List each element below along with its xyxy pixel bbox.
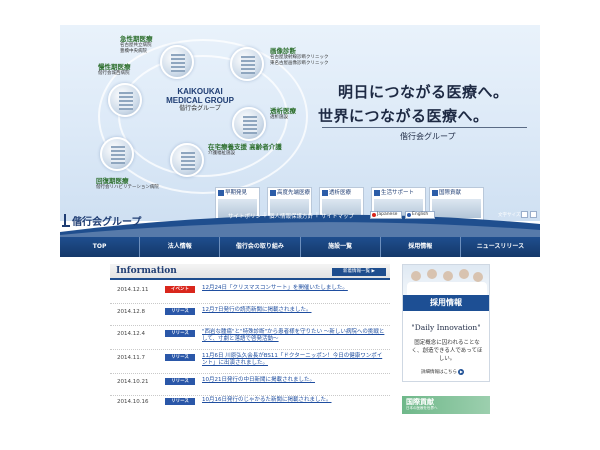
group-logo-line1: KAIKOUKAI: [177, 87, 223, 96]
hospital-name: 介護福祉施設: [208, 151, 235, 156]
brand-name[interactable]: 偕行会グループ: [72, 213, 141, 228]
news-link[interactable]: 10月21日発行の中日新聞に掲載されました。: [202, 377, 387, 384]
hospital-photo-imaging[interactable]: [230, 47, 264, 81]
news-row: 2014.12.11 イベント 12月24日「クリスマスコンサート」を開催いたし…: [110, 282, 390, 304]
recruit-banner[interactable]: 採用情報 "Daily Innovation" 固定概念に囚われることなく、創造…: [402, 264, 490, 382]
news-row: 2014.12.8 リリース 12月7日発行の読売新聞に掲載されました。: [110, 304, 390, 326]
thumb-label: 国際貢献: [439, 190, 462, 196]
hospital-name: 東名古屋画像診断クリニック: [270, 61, 329, 66]
hero-banner: 急性期医療 名古屋共立病院 豊橋中央病院 画像診断 名古屋放射線診断クリニック …: [60, 25, 540, 221]
thumb-label: 高度先端医療: [277, 190, 311, 196]
nav-news[interactable]: ニュースリリース: [461, 237, 540, 257]
international-banner[interactable]: 国際貢献 日本の医療を世界へ: [402, 396, 490, 414]
news-row: 2014.10.16 リリース 10月16日発行のじゃかるた新聞に掲載されました…: [110, 394, 390, 416]
news-row: 2014.12.4 リリース "西岩な腫瘍"と"特殊診断"から患者様を守りたい …: [110, 326, 390, 350]
hospital-name: 透析施設: [270, 115, 288, 120]
sidebar: 採用情報 "Daily Innovation" 固定概念に囚われることなく、創造…: [402, 264, 490, 414]
brand-logo-icon: [62, 214, 70, 228]
lang-english-label: English: [412, 212, 429, 217]
lang-japanese-label: Japanese: [377, 212, 398, 217]
news-badge: リリース: [165, 398, 195, 405]
news-badge: リリース: [165, 330, 195, 337]
group-logo: KAIKOUKAI MEDICAL GROUP 偕行会グループ: [160, 87, 240, 114]
news-row: 2014.10.21 リリース 10月21日発行の中日新聞に掲載されました。: [110, 374, 390, 396]
font-size-small-button[interactable]: [521, 211, 528, 218]
hospital-name: 豊橋中央病院: [120, 49, 147, 54]
square-bullet-icon: [432, 190, 438, 196]
news-link[interactable]: 11月6日 川原弘久会長がBS11「ドクターニッポン！今日の健康ワンポイント」に…: [202, 353, 387, 367]
hospital-photo-rehab[interactable]: [100, 137, 134, 171]
staff-photo: [403, 265, 489, 297]
slogan-divider: [322, 127, 527, 128]
news-link[interactable]: 12月7日発行の読売新聞に掲載されました。: [202, 307, 387, 314]
hospital-photo-chronic[interactable]: [108, 83, 142, 117]
news-date: 2014.10.16: [117, 399, 149, 405]
nav-top[interactable]: TOP: [60, 237, 141, 257]
font-size-large-button[interactable]: [530, 211, 537, 218]
information-header: Information 新着情報一覧 ▶: [110, 264, 390, 280]
recruit-detail-label: 詳細情報はこちら: [421, 370, 457, 375]
recruit-tagline: "Daily Innovation": [411, 323, 481, 332]
news-link[interactable]: "西岩な腫瘍"と"特殊診断"から患者様を守りたい ～新しい病院への挑戦として、寸…: [202, 329, 387, 343]
slogan-line1: 明日につながる医療へ。: [338, 83, 509, 101]
news-link[interactable]: 10月16日発行のじゃかるた新聞に掲載されました。: [202, 397, 387, 404]
information-title: Information: [116, 266, 177, 276]
news-row: 2014.11.7 リリース 11月6日 川原弘久会長がBS11「ドクターニッポ…: [110, 350, 390, 374]
lang-japanese-button[interactable]: Japanese: [370, 211, 402, 219]
hospital-photo-homecare[interactable]: [170, 143, 204, 177]
square-bullet-icon: [218, 190, 224, 196]
news-badge: リリース: [165, 378, 195, 385]
news-badge: リリース: [165, 354, 195, 361]
news-date: 2014.12.4: [117, 331, 145, 337]
group-logo-line2: MEDICAL GROUP: [166, 96, 234, 105]
header-link-site-policy[interactable]: サイトポリシー: [228, 212, 267, 220]
news-link[interactable]: 12月24日「クリスマスコンサート」を開催いたしました。: [202, 285, 387, 292]
international-subtitle: 日本の医療を世界へ: [406, 406, 438, 410]
arrow-right-circle-icon: ▶: [458, 369, 465, 375]
nav-initiatives[interactable]: 偕行会の取り組み: [220, 237, 301, 257]
recruit-description: 固定概念に囚われることなく、創造できる人であってほしい。: [411, 340, 483, 362]
slogan-line2: 世界につながる医療へ。: [318, 107, 489, 125]
square-bullet-icon: [322, 190, 328, 196]
lang-english-button[interactable]: English: [405, 211, 435, 219]
font-size-label: 文字サイズ: [498, 213, 521, 218]
thumb-label: 透析医療: [329, 190, 352, 196]
hospital-name: 偕行会城西病院: [98, 71, 130, 76]
news-date: 2014.11.7: [117, 355, 145, 361]
uk-flag-icon: [407, 213, 411, 217]
recruit-title: 採用情報: [403, 295, 489, 311]
nav-facilities[interactable]: 施設一覧: [301, 237, 381, 257]
news-badge: イベント: [165, 286, 195, 293]
japan-flag-icon: [372, 213, 376, 217]
group-logo-jp: 偕行会グループ: [179, 106, 221, 112]
news-date: 2014.12.8: [117, 309, 145, 315]
news-date: 2014.12.11: [117, 287, 149, 293]
group-name: 偕行会グループ: [400, 132, 456, 141]
square-bullet-icon: [270, 190, 276, 196]
information-panel: Information 新着情報一覧 ▶ 2014.12.11 イベント 12月…: [110, 264, 390, 414]
header-link-sitemap[interactable]: サイトマップ: [321, 212, 354, 220]
news-list-label: 新着情報一覧: [343, 269, 371, 274]
thumb-label: 生活サポート: [381, 190, 415, 196]
header-link-privacy[interactable]: 個人情報保護方針: [269, 212, 313, 220]
recruit-detail-link[interactable]: 詳細情報はこちら ▶: [421, 369, 465, 375]
news-badge: リリース: [165, 308, 195, 315]
hospital-photo-acute[interactable]: [160, 45, 194, 79]
thumb-label: 早期発見: [225, 190, 248, 196]
hospital-name: 偕行会リハビリテーション病院: [96, 185, 159, 190]
header-bar: 偕行会グループ サイトポリシー | 個人情報保護方針 | サイトマップ Japa…: [60, 210, 540, 237]
square-bullet-icon: [374, 190, 380, 196]
nav-corporate[interactable]: 法人情報: [140, 237, 221, 257]
nav-recruit[interactable]: 採用情報: [381, 237, 461, 257]
news-list-button[interactable]: 新着情報一覧 ▶: [332, 268, 386, 276]
news-date: 2014.10.21: [117, 379, 149, 385]
main-nav: TOP 法人情報 偕行会の取り組み 施設一覧 採用情報 ニュースリリース: [60, 237, 540, 257]
arrow-right-icon: ▶: [370, 269, 375, 274]
